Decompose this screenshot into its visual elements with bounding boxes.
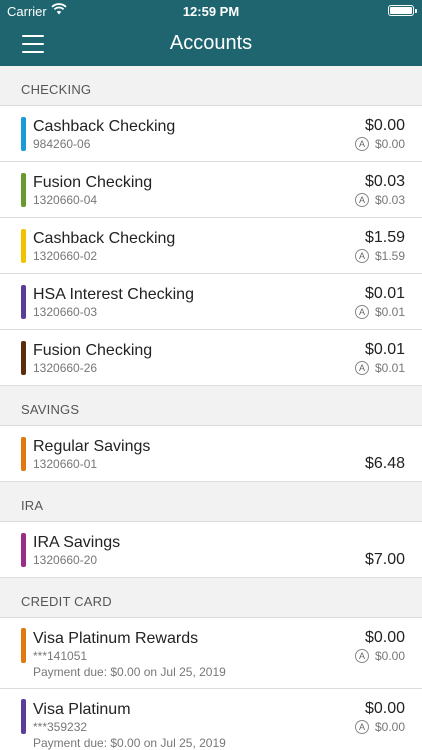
account-color-bar (21, 628, 26, 663)
available-icon: A (354, 193, 369, 207)
account-number: 1320660-20 (33, 553, 98, 567)
available-balance: A $0.01 (354, 361, 405, 375)
available-balance: A $0.00 (354, 720, 405, 734)
status-bar: Carrier 12:59 PM (0, 0, 422, 22)
account-color-bar (21, 699, 26, 734)
section-header-checking: CHECKING (0, 66, 422, 106)
available-balance: A $0.01 (354, 305, 405, 319)
account-row[interactable]: Regular Savings 1320660-01 $6.48 (0, 426, 422, 482)
account-balance: $6.48 (364, 455, 405, 472)
account-row[interactable]: Cashback Checking 1320660-02 $1.59 A $1.5… (0, 218, 422, 274)
available-balance: A $0.03 (354, 193, 405, 207)
accounts-list: CHECKING Cashback Checking 984260-06 $0.… (0, 66, 422, 750)
account-name: IRA Savings (33, 534, 121, 551)
account-color-bar (21, 341, 26, 375)
payment-due: Payment due: $0.00 on Jul 25, 2019 (33, 665, 226, 679)
section-header-savings: SAVINGS (0, 386, 422, 426)
account-name: Visa Platinum (33, 701, 131, 718)
account-name: Cashback Checking (33, 118, 176, 135)
battery-icon (388, 5, 417, 16)
available-icon: A (354, 305, 369, 319)
account-balance: $0.00 (364, 700, 405, 717)
account-balance: $0.00 (364, 629, 405, 646)
account-row[interactable]: HSA Interest Checking 1320660-03 $0.01 A… (0, 274, 422, 330)
account-number: 1320660-01 (33, 457, 98, 471)
account-balance: $0.01 (364, 285, 405, 302)
available-icon: A (354, 361, 369, 375)
available-icon: A (354, 649, 369, 663)
account-balance: $7.00 (364, 551, 405, 568)
available-icon: A (354, 249, 369, 263)
account-name: Cashback Checking (33, 230, 176, 247)
available-balance: A $0.00 (354, 137, 405, 151)
account-row[interactable]: Visa Platinum Rewards ***141051 Payment … (0, 618, 422, 689)
available-icon: A (354, 720, 369, 734)
account-row[interactable]: Fusion Checking 1320660-04 $0.03 A $0.03 (0, 162, 422, 218)
account-color-bar (21, 173, 26, 207)
payment-due: Payment due: $0.00 on Jul 25, 2019 (33, 736, 226, 750)
available-balance: A $1.59 (354, 249, 405, 263)
navigation-bar: Accounts (0, 22, 422, 66)
account-color-bar (21, 117, 26, 151)
account-color-bar (21, 533, 26, 567)
account-row[interactable]: Fusion Checking 1320660-26 $0.01 A $0.01 (0, 330, 422, 386)
account-name: Fusion Checking (33, 174, 153, 191)
account-name: HSA Interest Checking (33, 286, 194, 303)
account-color-bar (21, 437, 26, 471)
account-number: 1320660-26 (33, 361, 98, 375)
available-balance: A $0.00 (354, 649, 405, 663)
account-balance: $0.01 (364, 341, 405, 358)
account-row[interactable]: Visa Platinum ***359232 Payment due: $0.… (0, 689, 422, 750)
account-number: ***359232 (33, 720, 88, 734)
account-number: 1320660-02 (33, 249, 98, 263)
account-number: ***141051 (33, 649, 88, 663)
account-balance: $0.00 (364, 117, 405, 134)
account-name: Fusion Checking (33, 342, 153, 359)
account-number: 984260-06 (33, 137, 91, 151)
account-name: Regular Savings (33, 438, 151, 455)
account-row[interactable]: IRA Savings 1320660-20 $7.00 (0, 522, 422, 578)
account-color-bar (21, 285, 26, 319)
account-balance: $1.59 (364, 229, 405, 246)
page-title: Accounts (169, 32, 253, 54)
account-name: Visa Platinum Rewards (33, 630, 199, 647)
account-row[interactable]: Cashback Checking 984260-06 $0.00 A $0.00 (0, 106, 422, 162)
account-number: 1320660-04 (33, 193, 98, 207)
clock: 12:59 PM (182, 4, 240, 19)
section-header-ira: IRA (0, 482, 422, 522)
section-header-credit-card: CREDIT CARD (0, 578, 422, 618)
available-icon: A (354, 137, 369, 151)
account-number: 1320660-03 (33, 305, 98, 319)
account-balance: $0.03 (364, 173, 405, 190)
account-color-bar (21, 229, 26, 263)
